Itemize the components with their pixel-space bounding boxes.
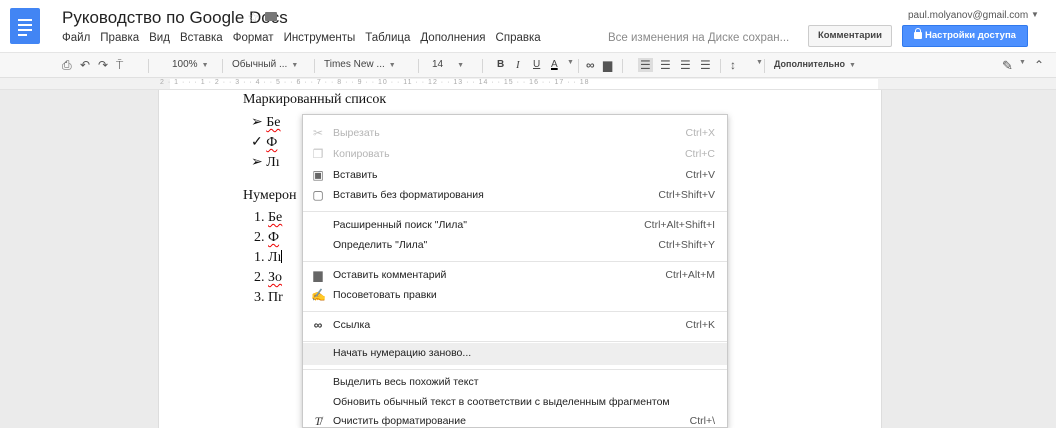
text-color-button[interactable]: A — [551, 59, 558, 70]
list-item[interactable]: ✓ Ф — [251, 134, 277, 151]
more-label: Дополнительно — [774, 59, 846, 69]
list-item[interactable]: 1. Бе — [254, 210, 282, 226]
clipboard-icon: ▣ — [312, 168, 324, 182]
align-left-icon[interactable]: ☰ — [638, 58, 653, 72]
chevron-down-icon[interactable]: ▼ — [567, 59, 574, 66]
account-dropdown-icon[interactable]: ▼ — [1031, 10, 1039, 19]
app-header: Руководство по Google Docs ☆ Файл Правка… — [0, 0, 1056, 52]
menu-bar: Файл Правка Вид Вставка Формат Инструмен… — [62, 32, 551, 44]
save-status[interactable]: Все изменения на Диске сохран... — [608, 32, 789, 44]
ruler-numbers: 2 · 1 · · · 1 · 2 · · 3 · · 4 · · 5 · · … — [160, 79, 590, 86]
bold-button[interactable]: B — [497, 59, 504, 70]
account-email[interactable]: paul.molyanov@gmail.com — [908, 10, 1028, 21]
font-size-value: 14 — [432, 59, 444, 70]
heading-bulleted-list: Маркированный список — [243, 92, 387, 107]
align-justify-icon[interactable]: ☰ — [700, 58, 711, 72]
chevron-down-icon[interactable]: ▼ — [756, 59, 763, 66]
scissors-icon: ✂ — [312, 126, 324, 140]
chevron-down-icon[interactable]: ▼ — [1019, 59, 1026, 66]
menu-item-suggest-edits[interactable]: ✍ Посоветовать правки — [303, 285, 727, 307]
font-value: Times New ... — [324, 59, 385, 70]
heading-numbered-list: Нумерон — [243, 188, 297, 203]
align-center-icon[interactable]: ☰ — [660, 58, 671, 72]
zoom-value: 100% — [172, 59, 198, 70]
menu-item-paste[interactable]: ▣ Вставить Ctrl+V — [303, 165, 727, 187]
menu-item-cut[interactable]: ✂ Вырезать Ctrl+X — [303, 123, 727, 145]
list-item[interactable]: 1. Лı — [254, 250, 283, 266]
italic-button[interactable]: I — [516, 59, 520, 71]
underline-button[interactable]: U — [533, 59, 540, 70]
menu-file[interactable]: Файл — [62, 32, 90, 44]
menu-item-clear-formatting[interactable]: T̸ Очистить форматирование Ctrl+\ — [303, 411, 727, 428]
toolbar: ⎙ ↶ ↷ ⍑ 100% ▼ Обычный ... ▼ Times New ...… — [0, 52, 1056, 78]
text-cursor — [281, 250, 283, 263]
menu-addons[interactable]: Дополнения — [420, 32, 485, 44]
ruler[interactable]: 2 · 1 · · · 1 · 2 · · 3 · · 4 · · 5 · · … — [0, 78, 1056, 90]
print-icon[interactable]: ⎙ — [62, 58, 72, 73]
collapse-icon[interactable]: ⌃ — [1034, 58, 1044, 72]
more-button[interactable]: Дополнительно ▼ — [774, 59, 856, 69]
suggest-edits-icon: ✍ — [311, 288, 326, 302]
share-button[interactable]: Настройки доступа — [902, 25, 1028, 47]
menu-item-restart-numbering[interactable]: Начать нумерацию заново... — [303, 343, 727, 365]
pencil-icon[interactable]: ✎ — [1002, 58, 1013, 74]
star-icon[interactable]: ☆ — [247, 9, 260, 26]
comment-icon: ▆ — [313, 268, 323, 282]
menu-item-paste-plain[interactable]: ▢ Вставить без форматирования Ctrl+Shift… — [303, 185, 727, 207]
chevron-down-icon: ▼ — [849, 62, 856, 69]
share-button-label: Настройки доступа — [925, 30, 1016, 41]
list-item[interactable]: 2. Ф — [254, 230, 279, 246]
clipboard-plain-icon: ▢ — [312, 188, 324, 202]
style-select[interactable]: Обычный ... ▼ — [232, 59, 298, 70]
menu-view[interactable]: Вид — [149, 32, 170, 44]
style-value: Обычный ... — [232, 59, 288, 70]
context-menu: ✂ Вырезать Ctrl+X ❐ Копировать Ctrl+C ▣ … — [302, 114, 728, 428]
menu-item-research[interactable]: Расширенный поиск "Лила" Ctrl+Alt+Shift+… — [303, 215, 727, 237]
link-icon: ∞ — [313, 318, 323, 332]
link-icon[interactable]: ∞ — [586, 58, 595, 72]
comment-icon[interactable]: ▆ — [603, 58, 612, 72]
font-select[interactable]: Times New ... ▼ — [324, 59, 396, 70]
menu-format[interactable]: Формат — [233, 32, 274, 44]
menu-insert[interactable]: Вставка — [180, 32, 223, 44]
clear-formatting-icon: T̸ — [314, 414, 322, 428]
menu-item-define[interactable]: Определить "Лила" Ctrl+Shift+Y — [303, 235, 727, 257]
comments-button[interactable]: Комментарии — [808, 25, 892, 47]
menu-table[interactable]: Таблица — [365, 32, 410, 44]
paint-format-icon[interactable]: ⍑ — [116, 58, 123, 73]
font-size-select[interactable]: 14 ▼ — [432, 59, 464, 70]
list-item[interactable]: ➢ Лı — [251, 154, 280, 171]
menu-item-comment[interactable]: ▆ Оставить комментарий Ctrl+Alt+M — [303, 265, 727, 287]
menu-tools[interactable]: Инструменты — [284, 32, 356, 44]
menu-item-select-similar[interactable]: Выделить весь похожий текст — [303, 372, 727, 394]
chevron-down-icon: ▼ — [388, 62, 396, 69]
align-right-icon[interactable]: ☰ — [680, 58, 691, 72]
line-spacing-icon[interactable]: ↕ — [730, 58, 736, 72]
folder-icon[interactable] — [265, 12, 277, 21]
docs-logo-icon[interactable] — [10, 8, 40, 44]
menu-help[interactable]: Справка — [496, 32, 541, 44]
menu-item-link[interactable]: ∞ Ссылка Ctrl+K — [303, 315, 727, 337]
list-item[interactable]: 3. Пr — [254, 290, 283, 306]
chevron-down-icon: ▼ — [457, 62, 465, 69]
menu-item-copy[interactable]: ❐ Копировать Ctrl+C — [303, 144, 727, 166]
zoom-select[interactable]: 100% ▼ — [172, 59, 209, 70]
menu-edit[interactable]: Правка — [100, 32, 139, 44]
undo-icon[interactable]: ↶ — [80, 58, 90, 72]
chevron-down-icon: ▼ — [291, 62, 299, 69]
list-item[interactable]: 2. Зо — [254, 270, 282, 286]
redo-icon[interactable]: ↷ — [98, 58, 108, 72]
chevron-down-icon: ▼ — [201, 62, 209, 69]
list-item[interactable]: ➢ Бе — [251, 114, 281, 131]
lock-icon — [914, 28, 923, 39]
copy-icon: ❐ — [312, 147, 324, 161]
